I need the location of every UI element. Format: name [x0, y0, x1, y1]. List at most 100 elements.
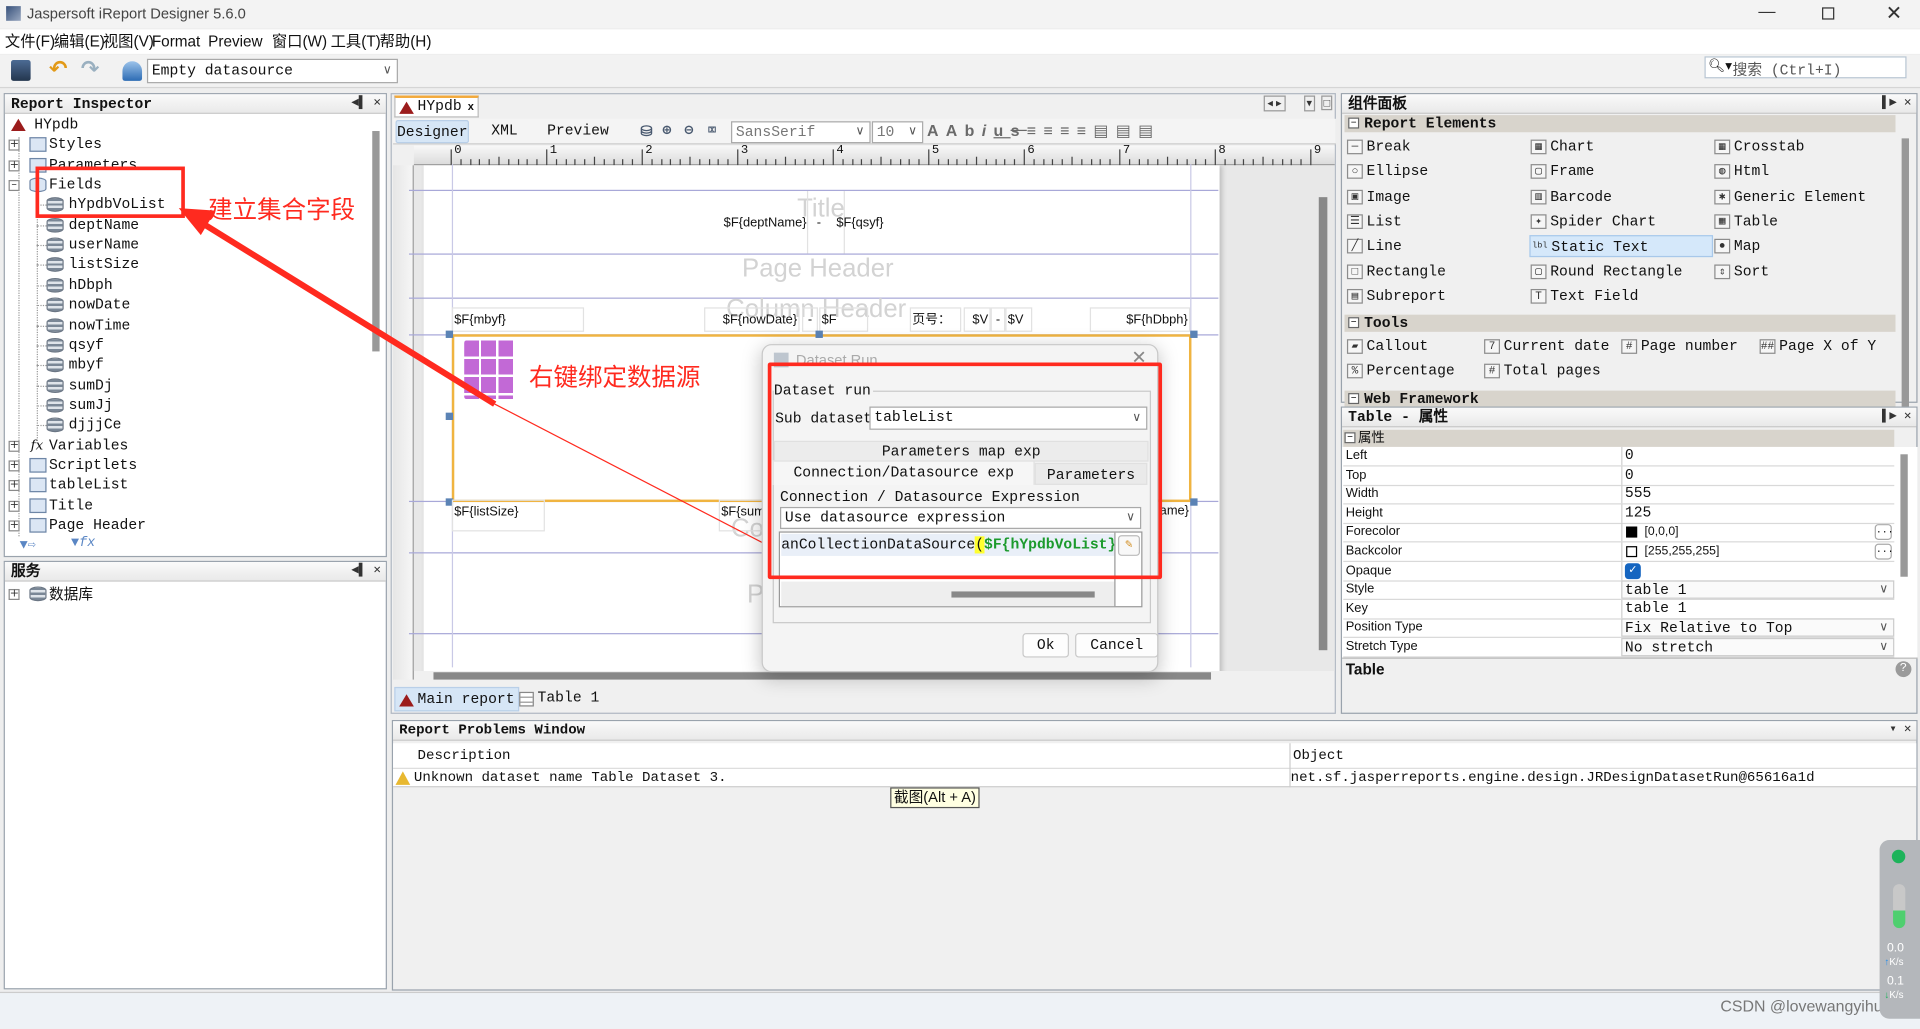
palette-item-rectangle[interactable]: □ Rectangle: [1346, 260, 1446, 282]
collapse-icon[interactable]: –: [1344, 432, 1356, 444]
palette-item-label: Map: [1733, 237, 1761, 255]
opaque-checkbox[interactable]: ✓: [1624, 562, 1641, 579]
property-value[interactable]: table 1: [1621, 599, 1894, 619]
palette-section-tools[interactable]: – Tools: [1344, 314, 1896, 332]
palette-item-subreport[interactable]: ▤ Subreport: [1346, 285, 1446, 307]
property-value[interactable]: Fix Relative to Top ∨: [1621, 618, 1895, 638]
problem-object: net.sf.jasperreports.engine.design.JRDes…: [1290, 770, 1815, 787]
palette-section-web-framework[interactable]: – Web Framework: [1344, 390, 1896, 408]
palette-item-chart[interactable]: ▦ Chart: [1529, 136, 1594, 158]
panel-minimize-close[interactable]: ▾ ✕: [1889, 721, 1911, 741]
palette-item-break[interactable]: ─ Break: [1346, 136, 1411, 158]
palette-item-crosstab[interactable]: ▦ Crosstab: [1713, 136, 1804, 158]
properties-scrollbar[interactable]: [1900, 454, 1908, 577]
status-dot-icon: [1891, 849, 1906, 864]
property-value-text: table 1: [1624, 599, 1687, 617]
palette-item-label: List: [1366, 212, 1402, 231]
csdn-watermark: CSDN @lovewangyihui: [1720, 996, 1887, 1016]
property-value-text: No stretch: [1624, 639, 1714, 657]
column-header-object[interactable]: Object: [1293, 748, 1344, 764]
html-icon: ◍: [1714, 164, 1731, 180]
column-header-description[interactable]: Description: [418, 748, 511, 764]
palette-item-frame[interactable]: ▢ Frame: [1529, 161, 1594, 183]
collapse-icon[interactable]: –: [1348, 117, 1360, 129]
palette-item-map[interactable]: ● Map: [1713, 235, 1760, 257]
palette-item-list[interactable]: ☰ List: [1346, 210, 1402, 232]
property-value[interactable]: 0: [1621, 446, 1894, 466]
collapse-icon[interactable]: –: [1348, 317, 1360, 329]
cancel-button[interactable]: Cancel: [1075, 633, 1159, 658]
table-icon: ▦: [1714, 214, 1731, 229]
property-value[interactable]: [255,255,255]...: [1621, 542, 1894, 561]
palette-item-line[interactable]: ╱ Line: [1346, 235, 1402, 257]
palette-item-round-rectangle[interactable]: ▢ Round Rectangle: [1529, 260, 1682, 282]
expression-hscroll-thumb[interactable]: [951, 591, 1095, 598]
chart-icon: ▦: [1530, 139, 1547, 155]
property-value-text: 0: [1624, 446, 1634, 465]
palette-item-table[interactable]: ▦ Table: [1713, 210, 1778, 232]
sort-icon: ⇕: [1714, 263, 1731, 279]
property-value[interactable]: 0: [1621, 466, 1894, 485]
ok-button[interactable]: Ok: [1022, 633, 1069, 658]
palette-item-barcode[interactable]: ▥ Barcode: [1529, 186, 1612, 208]
palette-item-total-pages[interactable]: # Total pages: [1483, 360, 1601, 382]
palette-item-label: Page number: [1640, 338, 1738, 356]
palette-item-static-text[interactable]: lbl Static Text: [1529, 235, 1714, 258]
chevron-down-icon: ∨: [1879, 640, 1889, 654]
palette-item-html[interactable]: ◍ Html: [1713, 161, 1769, 183]
palette-item-percentage[interactable]: % Percentage: [1346, 360, 1455, 382]
property-value[interactable]: 125: [1621, 504, 1894, 523]
rectangle-icon: □: [1346, 263, 1363, 279]
property-name: Height: [1345, 505, 1383, 521]
property-row-style: Style table 1 ∨: [1343, 580, 1895, 601]
palette-item-generic-element[interactable]: ✱ Generic Element: [1713, 186, 1866, 208]
palette-item-label: Break: [1366, 138, 1411, 156]
palette-item-label: Chart: [1550, 138, 1595, 156]
palette-item-image[interactable]: ▣ Image: [1346, 186, 1411, 208]
property-value-text: table 1: [1624, 581, 1687, 600]
property-value-text: 0: [1624, 466, 1634, 484]
palette-item-spider-chart[interactable]: ✦ Spider Chart: [1529, 210, 1656, 232]
panel-minimize-close[interactable]: ▌▶ ✕: [1882, 408, 1911, 428]
crosstab-icon: ▦: [1714, 139, 1731, 155]
panel-title: Table - 属性: [1348, 408, 1449, 427]
palette-item-current-date[interactable]: 7 Current date: [1483, 336, 1609, 358]
palette-item-sort[interactable]: ⇕ Sort: [1713, 260, 1769, 282]
property-value[interactable]: [0,0,0]...: [1621, 523, 1894, 542]
status-bar: [0, 991, 1920, 1029]
property-value[interactable]: No stretch ∨: [1621, 637, 1895, 657]
palette-item-label: Percentage: [1366, 362, 1455, 381]
collapse-icon[interactable]: –: [1348, 392, 1360, 404]
property-value[interactable]: 555: [1621, 485, 1894, 504]
palette-item-label: Rectangle: [1366, 262, 1446, 280]
color-picker-button[interactable]: ...: [1874, 543, 1894, 560]
palette-item-label: Generic Element: [1733, 188, 1867, 206]
palette-item-label: Image: [1366, 188, 1411, 206]
palette-item-ellipse[interactable]: ○ Ellipse: [1346, 161, 1428, 183]
property-row-left: Left 0: [1343, 446, 1895, 467]
palette-item-page-x-of-y[interactable]: ## Page X of Y: [1758, 336, 1876, 358]
property-name: Style: [1345, 581, 1375, 597]
warning-icon: [395, 771, 411, 785]
palette-item-label: Line: [1366, 237, 1402, 255]
property-row-height: Height 125: [1343, 504, 1895, 524]
thin-arrow-line: [494, 403, 775, 550]
palette-scrollbar[interactable]: [1901, 138, 1909, 408]
palette-item-page-number[interactable]: # Page number: [1620, 336, 1738, 358]
image-icon: ▣: [1346, 189, 1363, 204]
properties-section-header[interactable]: – 属性: [1343, 429, 1895, 447]
palette-content: – Report Elements ─ Break ▦ Chart ▦ Crosstab ○ El…: [1342, 94, 1918, 408]
property-row-opaque: Opaque ✓: [1343, 561, 1895, 582]
download-unit: ↓K/s: [1884, 989, 1903, 1000]
problem-row[interactable]: Unknown dataset name Table Dataset 3. ne…: [393, 769, 1916, 787]
help-icon[interactable]: ?: [1895, 661, 1912, 678]
palette-item-text-field[interactable]: T Text Field: [1529, 285, 1638, 307]
palette-section-report-elements[interactable]: – Report Elements: [1344, 115, 1896, 133]
property-value[interactable]: table 1 ∨: [1621, 580, 1895, 600]
color-picker-button[interactable]: ...: [1874, 524, 1894, 541]
network-monitor-widget[interactable]: 0.0 ↑K/s 0.1 ↓K/s: [1879, 840, 1920, 1019]
property-value[interactable]: ✓: [1621, 561, 1894, 580]
properties-header: Table - 属性 ▌▶ ✕: [1342, 407, 1917, 428]
palette-item-callout[interactable]: ▰ Callout: [1346, 336, 1428, 358]
property-name: Width: [1345, 486, 1379, 502]
